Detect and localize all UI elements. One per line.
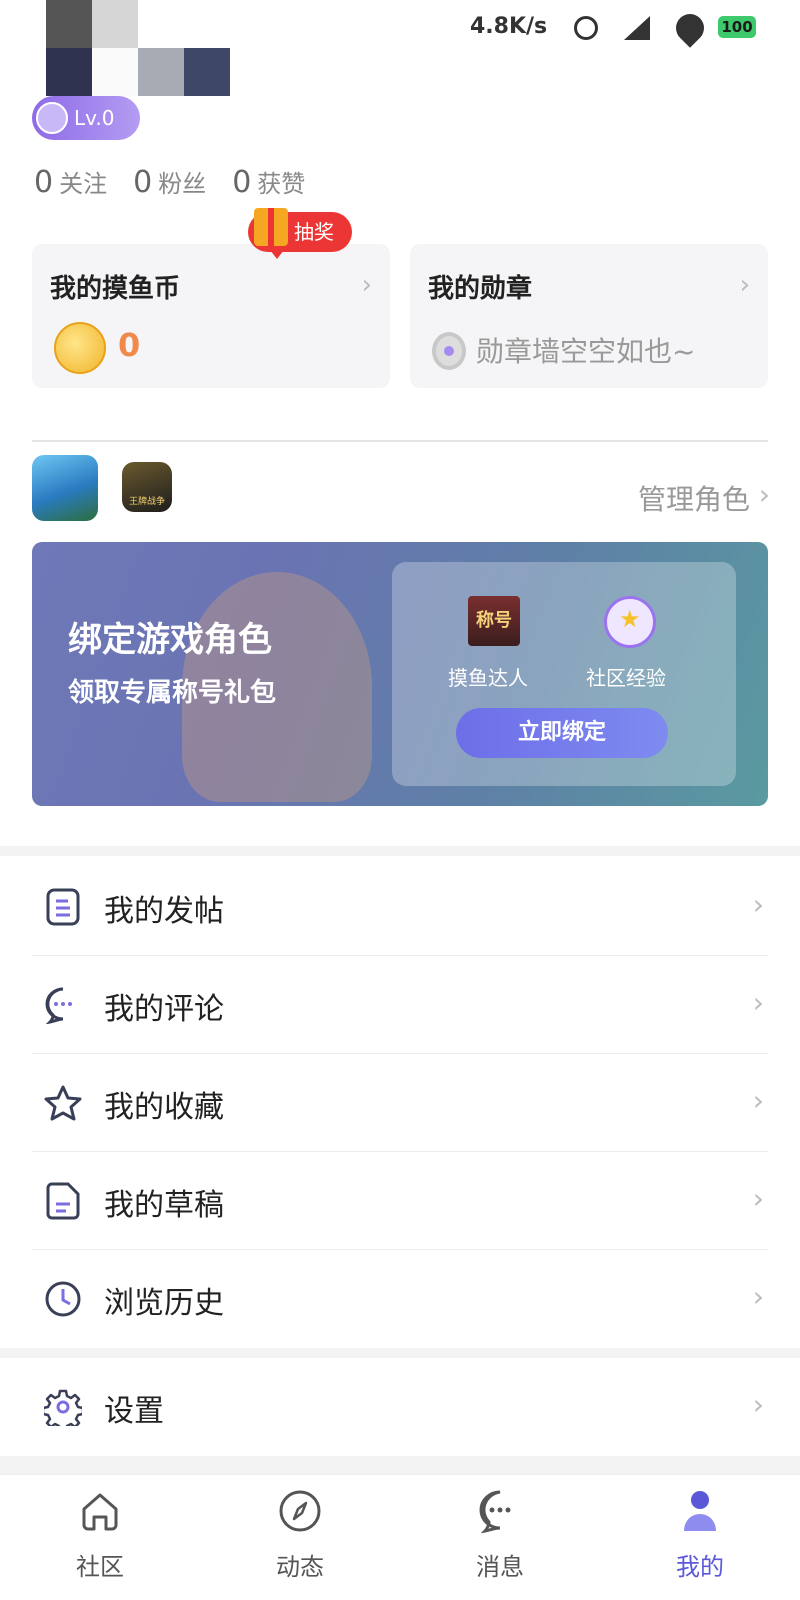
tab-feed[interactable]: 动态: [240, 1489, 360, 1589]
battery-icon: 100: [718, 16, 756, 38]
coin-value: 0: [118, 326, 141, 364]
game-icon-2[interactable]: 王牌战争: [122, 462, 172, 512]
gear-icon: [44, 1389, 82, 1426]
reward-exp-label: 社区经验: [586, 666, 666, 690]
message-icon: [479, 1490, 511, 1533]
bind-now-button[interactable]: 立即绑定: [456, 708, 668, 758]
tab-community[interactable]: 社区: [40, 1489, 160, 1589]
game-icon-2-label: 王牌战争: [128, 497, 165, 507]
menu-item-settings[interactable]: 设置 ›: [32, 1358, 768, 1456]
reward-title-label: 摸鱼达人: [448, 666, 528, 690]
chevron-right-icon: ›: [752, 1084, 764, 1117]
divider: [32, 440, 768, 442]
section-divider: [0, 846, 800, 856]
coin-card[interactable]: 我的摸鱼币 › 0: [32, 244, 390, 388]
chevron-right-icon: ›: [752, 1388, 764, 1421]
tab-mine[interactable]: 我的: [640, 1489, 760, 1589]
level-badge[interactable]: Lv.0: [32, 96, 140, 140]
tab-messages[interactable]: 消息: [440, 1489, 560, 1589]
comment-icon: [45, 987, 72, 1024]
stat-likes[interactable]: 0 获赞: [232, 164, 305, 200]
profile-stats: 0 关注 0 粉丝 0 获赞: [34, 164, 305, 200]
menu-item-label: 我的草稿: [104, 1188, 224, 1223]
menu-item-favorites[interactable]: 我的收藏 ›: [32, 1054, 768, 1152]
level-text: Lv.0: [74, 106, 115, 130]
menu-item-label: 我的评论: [104, 992, 224, 1027]
star-icon: [44, 1085, 82, 1121]
menu-item-label: 设置: [104, 1394, 164, 1429]
tab-label: 动态: [276, 1553, 324, 1581]
exp-badge-icon: [604, 596, 656, 648]
wifi-icon: [670, 8, 710, 48]
section-divider: [0, 1456, 800, 1474]
chevron-right-icon: ›: [752, 1182, 764, 1215]
menu-item-posts[interactable]: 我的发帖 ›: [32, 858, 768, 956]
menu-item-label: 我的收藏: [104, 1090, 224, 1125]
stat-fans[interactable]: 0 粉丝: [133, 164, 206, 200]
chevron-right-icon: ›: [361, 270, 372, 300]
game-icon-1[interactable]: [32, 455, 98, 521]
compass-icon: [279, 1490, 321, 1532]
clock-icon: [45, 1281, 81, 1317]
bind-role-banner[interactable]: 绑定游戏角色 领取专属称号礼包 称号 摸鱼达人 社区经验 立即绑定: [32, 542, 768, 806]
chevron-right-icon: ›: [752, 1280, 764, 1313]
alarm-icon: [574, 16, 598, 40]
medal-empty-text: 勋章墙空空如也~: [476, 335, 696, 368]
reward-panel: 称号 摸鱼达人 社区经验 立即绑定: [392, 562, 736, 786]
chevron-right-icon: ›: [758, 478, 770, 511]
signal-icon: [624, 16, 650, 40]
lottery-tip: [270, 250, 284, 259]
status-text: 4.8K/s: [470, 14, 548, 39]
banner-title: 绑定游戏角色: [68, 620, 272, 660]
menu-item-label: 我的发帖: [104, 894, 224, 929]
manage-roles-link[interactable]: 管理角色: [638, 478, 750, 518]
medal-card[interactable]: 我的勋章 › 勋章墙空空如也~: [410, 244, 768, 388]
tab-label: 消息: [476, 1553, 524, 1581]
chevron-right-icon: ›: [752, 888, 764, 921]
title-badge-icon: 称号: [468, 596, 520, 646]
avatar[interactable]: [46, 0, 236, 96]
bottom-tab-bar: 社区 动态 消息 我的: [0, 1474, 800, 1600]
menu-item-history[interactable]: 浏览历史 ›: [32, 1250, 768, 1348]
chevron-right-icon: ›: [739, 270, 750, 300]
menu-item-drafts[interactable]: 我的草稿 ›: [32, 1152, 768, 1250]
tab-label: 社区: [76, 1553, 124, 1581]
level-medal-icon: [36, 102, 68, 134]
draft-icon: [46, 1182, 80, 1220]
banner-subtitle: 领取专属称号礼包: [68, 678, 277, 708]
menu-item-comments[interactable]: 我的评论 ›: [32, 956, 768, 1054]
lottery-label: 抽奖: [294, 220, 334, 244]
post-icon: [46, 888, 80, 926]
lottery-badge[interactable]: 抽奖: [248, 208, 352, 259]
coin-card-title: 我的摸鱼币: [50, 274, 181, 304]
section-divider: [0, 1348, 800, 1358]
chevron-right-icon: ›: [752, 986, 764, 1019]
coin-icon: [54, 322, 106, 374]
user-icon: [684, 1491, 716, 1531]
home-icon: [82, 1493, 118, 1531]
gift-icon: [254, 208, 288, 246]
tab-label: 我的: [676, 1553, 724, 1581]
medal-icon: [432, 332, 466, 370]
medal-card-title: 我的勋章: [428, 274, 533, 304]
menu-item-label: 浏览历史: [104, 1286, 224, 1321]
stat-following[interactable]: 0 关注: [34, 164, 107, 200]
